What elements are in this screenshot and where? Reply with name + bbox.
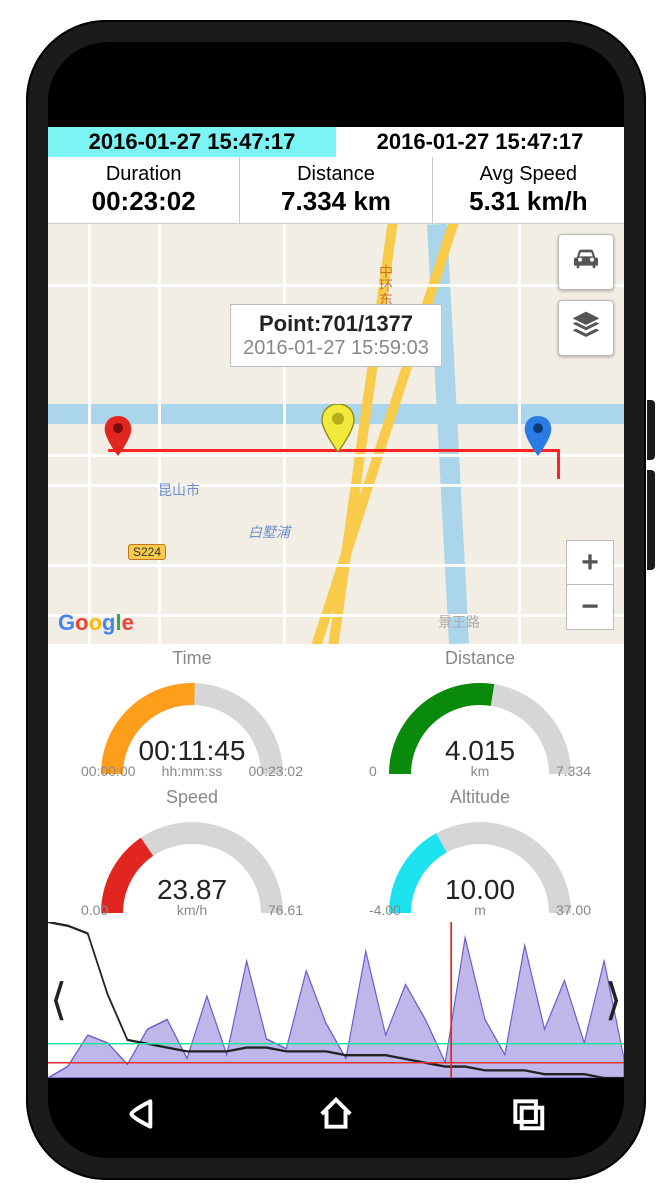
tooltip-subtitle: 2016-01-27 15:59:03 [243, 337, 429, 360]
gauge-title: Time [48, 648, 336, 669]
gauge-min: -4.00 [369, 902, 401, 918]
map-hwy-badge: S224 [128, 544, 166, 560]
map-road [48, 614, 624, 617]
stat-avg-speed[interactable]: Avg Speed 5.31 km/h [433, 157, 624, 223]
map-layers-button[interactable] [558, 300, 614, 356]
stats-row: Duration 00:23:02 Distance 7.334 km Avg … [48, 157, 624, 224]
gauge-min: 0 [369, 763, 377, 779]
map-road [283, 224, 286, 644]
stat-value: 7.334 km [240, 186, 431, 217]
gauge-time[interactable]: Time 00:11:45 hh:mm:ss 00:00:00 00:23:02 [48, 644, 336, 783]
timeline-next-button[interactable]: ⟩ [605, 975, 622, 1026]
gauge-min: 00:00:00 [81, 763, 136, 779]
map-pin-end[interactable] [524, 416, 552, 456]
gauge-title: Altitude [336, 787, 624, 808]
phone-bezel: 2016-01-27 15:47:17 2016-01-27 15:47:17 … [48, 42, 624, 1158]
map-road-label: 景王路 [438, 612, 480, 632]
stat-value: 00:23:02 [48, 186, 239, 217]
map-river-label: 白墅浦 [248, 522, 290, 542]
timestamp-end[interactable]: 2016-01-27 15:47:17 [336, 127, 624, 157]
android-navbar [48, 1078, 624, 1158]
gauge-title: Distance [336, 648, 624, 669]
phone-side-button [647, 470, 655, 570]
gauge-speed[interactable]: Speed 23.87 km/h 0.00 76.61 [48, 783, 336, 922]
gauge-title: Speed [48, 787, 336, 808]
stat-label: Avg Speed [433, 163, 624, 186]
layers-icon [570, 309, 602, 348]
nav-home-button[interactable] [317, 1095, 355, 1142]
map-road [518, 224, 521, 644]
map-directions-button[interactable] [558, 234, 614, 290]
nav-recents-button[interactable] [509, 1095, 547, 1142]
app-screen: 2016-01-27 15:47:17 2016-01-27 15:47:17 … [48, 127, 624, 1078]
phone-frame: 2016-01-27 15:47:17 2016-01-27 15:47:17 … [26, 20, 646, 1180]
map-zoom-in-button[interactable]: + [567, 541, 613, 585]
map-zoom-control: + − [566, 540, 614, 630]
stat-value: 5.31 km/h [433, 186, 624, 217]
stat-label: Distance [240, 163, 431, 186]
stat-duration[interactable]: Duration 00:23:02 [48, 157, 240, 223]
car-icon [570, 243, 602, 282]
gauges-grid: Time 00:11:45 hh:mm:ss 00:00:00 00:23:02… [48, 644, 624, 922]
gauge-max: 76.61 [268, 902, 303, 918]
timeline-chart[interactable]: ⟨ ⟩ [48, 922, 624, 1078]
timestamp-bar: 2016-01-27 15:47:17 2016-01-27 15:47:17 [48, 127, 624, 157]
map-view[interactable]: 昆山市 白墅浦 景王路 中环东线 S224 Point:701/ [48, 224, 624, 644]
timeline-prev-button[interactable]: ⟨ [50, 975, 67, 1026]
map-city-label: 昆山市 [158, 480, 200, 500]
map-road [48, 484, 624, 487]
gauge-max: 7.334 [556, 763, 591, 779]
map-road [158, 224, 161, 644]
gauge-min: 0.00 [81, 902, 108, 918]
map-road [48, 564, 624, 567]
map-road [48, 284, 624, 287]
map-track [557, 449, 560, 479]
nav-back-button[interactable] [125, 1095, 163, 1142]
gauge-max: 37.00 [556, 902, 591, 918]
google-logo: Google [58, 610, 134, 636]
tooltip-title: Point:701/1377 [243, 311, 429, 337]
stat-label: Duration [48, 163, 239, 186]
gauge-max: 00:23:02 [249, 763, 304, 779]
stat-distance[interactable]: Distance 7.334 km [240, 157, 432, 223]
timeline-plot [48, 922, 624, 1078]
map-point-tooltip[interactable]: Point:701/1377 2016-01-27 15:59:03 [230, 304, 442, 367]
timestamp-start[interactable]: 2016-01-27 15:47:17 [48, 127, 336, 157]
gauge-altitude[interactable]: Altitude 10.00 m -4.00 37.00 [336, 783, 624, 922]
gauge-distance[interactable]: Distance 4.015 km 0 7.334 [336, 644, 624, 783]
map-road [88, 224, 91, 644]
map-zoom-out-button[interactable]: − [567, 585, 613, 629]
map-pin-current[interactable] [321, 404, 355, 452]
phone-side-button [647, 400, 655, 460]
map-pin-start[interactable] [104, 416, 132, 456]
